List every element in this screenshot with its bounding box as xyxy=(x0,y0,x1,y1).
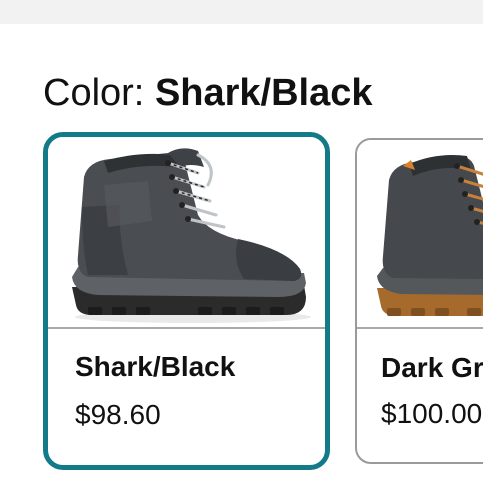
swatch-name: Shark/Black xyxy=(75,351,236,382)
color-swatch-card[interactable]: Dark Gr $100.00 xyxy=(355,138,483,464)
swatch-price: $100.00 xyxy=(381,398,483,429)
color-swatch-row: Shark/Black $98.60 Dark Gr $100.00 xyxy=(0,0,483,502)
product-image xyxy=(357,140,483,327)
hiking-boot-icon xyxy=(72,148,311,323)
color-swatch-card-selected[interactable]: Shark/Black $98.60 xyxy=(43,132,330,470)
card-divider xyxy=(357,327,483,329)
swatch-price: $98.60 xyxy=(75,399,161,430)
card-divider xyxy=(48,327,325,329)
product-image xyxy=(48,137,325,327)
swatch-name: Dark Gr xyxy=(381,352,483,383)
hiking-boot-icon xyxy=(377,155,483,316)
